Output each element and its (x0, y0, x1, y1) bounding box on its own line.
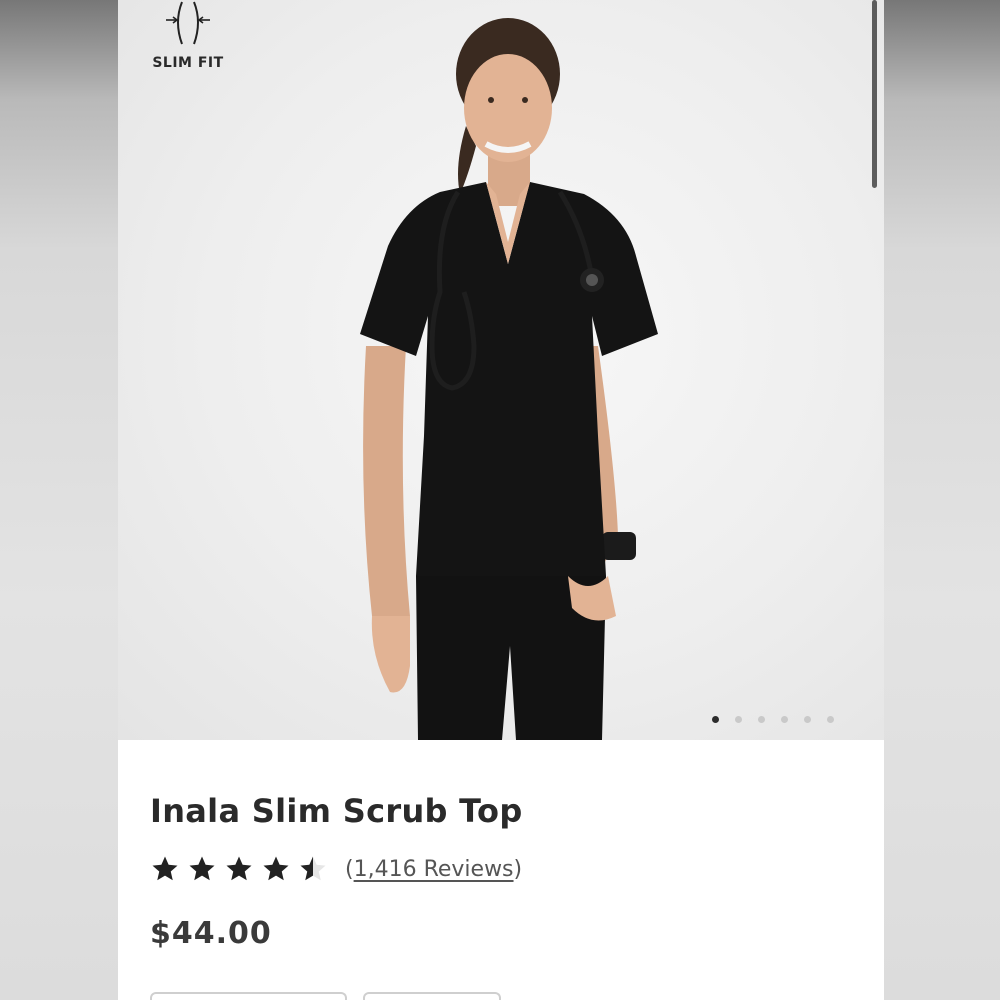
star-full-icon (263, 856, 289, 881)
reviews-paren-close: ) (513, 856, 523, 882)
product-title: Inala Slim Scrub Top (150, 792, 523, 830)
carousel-dot-2[interactable] (735, 716, 742, 723)
reviews-link[interactable]: (1,416 Reviews) (345, 857, 522, 882)
carousel-dot-1[interactable] (712, 716, 719, 723)
carousel-dot-5[interactable] (804, 716, 811, 723)
reviews-count[interactable]: 1,416 Reviews (354, 857, 514, 882)
option-button[interactable] (363, 992, 501, 1000)
carousel-dot-6[interactable] (827, 716, 834, 723)
product-image-carousel[interactable]: SLIM FIT (118, 0, 884, 740)
star-full-icon (226, 856, 252, 881)
star-half-icon (300, 856, 326, 881)
product-price: $44.00 (150, 916, 272, 951)
product-page: SLIM FIT Inala Slim Scrub Top (1,416 Rev… (118, 0, 884, 1000)
star-full-icon (189, 856, 215, 881)
fit-label: SLIM FIT (152, 55, 224, 71)
slim-fit-icon (166, 1, 210, 45)
fit-badge: SLIM FIT (146, 0, 230, 80)
model-photo (360, 18, 658, 740)
reviews-paren-open: ( (345, 856, 354, 882)
star-full-icon (152, 856, 178, 881)
carousel-dot-4[interactable] (781, 716, 788, 723)
carousel-dot-3[interactable] (758, 716, 765, 723)
carousel-dots (712, 716, 834, 723)
option-button[interactable] (150, 992, 347, 1000)
product-rating: (1,416 Reviews) (150, 854, 522, 884)
product-info: Inala Slim Scrub Top (1,416 Reviews) $44… (118, 740, 884, 1000)
scrollbar[interactable] (872, 0, 877, 188)
